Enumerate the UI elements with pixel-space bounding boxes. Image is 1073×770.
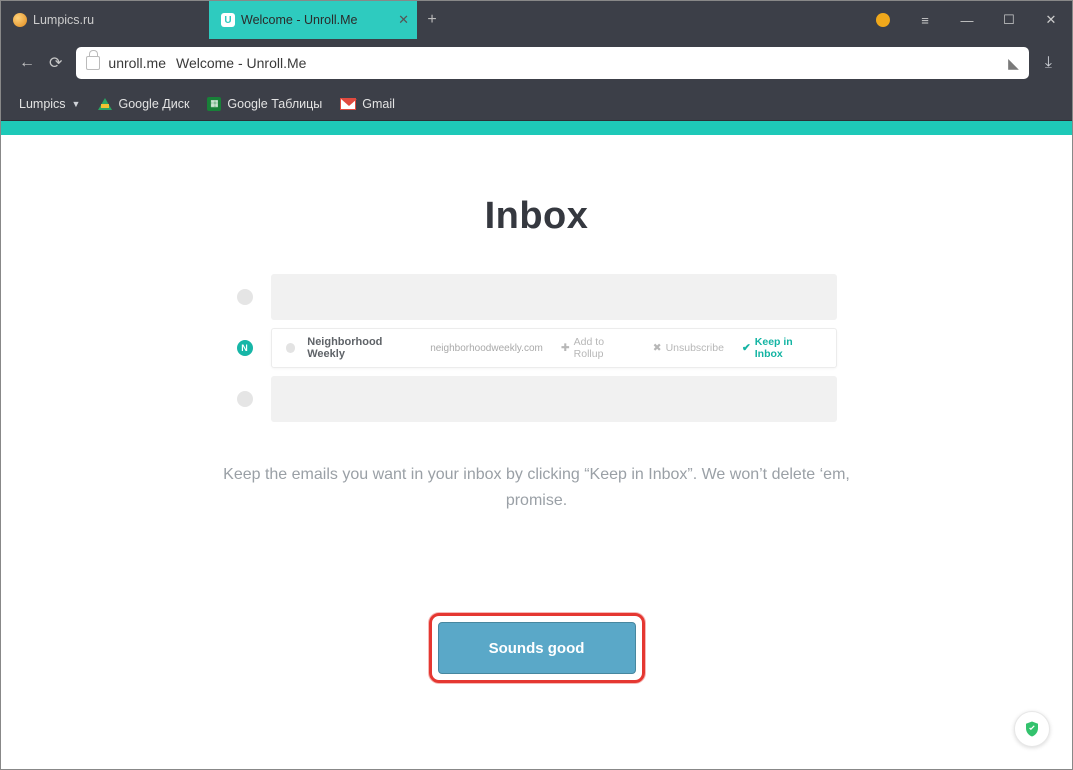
page-title: Inbox xyxy=(485,195,589,238)
url-input[interactable]: unroll.me Welcome - Unroll.Me ◣ xyxy=(76,47,1029,79)
page-content: Inbox N Neighborhood Weekly neighborhood… xyxy=(1,135,1072,683)
url-title: Welcome - Unroll.Me xyxy=(176,55,306,71)
sample-row: N Neighborhood Weekly neighborhoodweekly… xyxy=(237,328,837,368)
placeholder-row xyxy=(237,376,837,422)
tab-lumpics[interactable]: Lumpics.ru xyxy=(1,1,209,39)
placeholder-card xyxy=(271,376,837,422)
tab-unrollme[interactable]: U Welcome - Unroll.Me ✕ xyxy=(209,1,417,39)
protect-badge[interactable] xyxy=(1014,711,1050,747)
drive-icon xyxy=(98,98,112,110)
bookmarks-menu-label: Lumpics xyxy=(19,97,66,111)
inbox-illustration: N Neighborhood Weekly neighborhoodweekly… xyxy=(237,274,837,422)
row-dot xyxy=(286,343,296,353)
sounds-good-button[interactable]: Sounds good xyxy=(438,622,636,674)
sender-badge: N xyxy=(237,340,253,356)
sample-card: Neighborhood Weekly neighborhoodweekly.c… xyxy=(271,328,837,368)
maximize-button[interactable]: ☐ xyxy=(988,1,1030,39)
bookmarks-bar: Lumpics ▼ Google Диск ▦ Google Таблицы G… xyxy=(1,87,1072,121)
bookmark-label: Google Таблицы xyxy=(227,97,322,111)
address-bar: ← ⟳ unroll.me Welcome - Unroll.Me ◣ ⤓ xyxy=(1,39,1072,87)
add-to-rollup-button[interactable]: ✚ Add to Rollup xyxy=(561,336,635,360)
bookmark-google-drive[interactable]: Google Диск xyxy=(98,97,189,111)
brand-strip xyxy=(1,121,1072,135)
bookmark-google-sheets[interactable]: ▦ Google Таблицы xyxy=(207,97,322,111)
new-tab-button[interactable]: + xyxy=(417,1,447,39)
action-label: Keep in Inbox xyxy=(755,336,822,360)
cta-highlight: Sounds good xyxy=(429,613,645,683)
menu-icon[interactable]: ≡ xyxy=(904,1,946,39)
gmail-icon xyxy=(340,98,356,110)
placeholder-card xyxy=(271,274,837,320)
row-dot xyxy=(237,289,253,305)
chevron-down-icon: ▼ xyxy=(72,99,81,109)
favicon-unrollme: U xyxy=(221,13,235,27)
back-button[interactable]: ← xyxy=(19,54,35,72)
close-tab-icon[interactable]: ✕ xyxy=(398,12,409,28)
minimize-button[interactable]: ― xyxy=(946,1,988,39)
check-icon: ✔ xyxy=(742,342,751,354)
keep-in-inbox-button[interactable]: ✔ Keep in Inbox xyxy=(742,336,822,360)
bookmarks-menu[interactable]: Lumpics ▼ xyxy=(19,97,80,111)
placeholder-row xyxy=(237,274,837,320)
row-dot xyxy=(237,391,253,407)
sender-name: Neighborhood Weekly xyxy=(307,336,420,360)
action-label: Add to Rollup xyxy=(574,336,635,360)
explanation-text: Keep the emails you want in your inbox b… xyxy=(217,462,857,513)
bookmark-icon[interactable]: ◣ xyxy=(1008,55,1019,72)
url-domain: unroll.me xyxy=(108,55,166,71)
tab-label: Lumpics.ru xyxy=(33,13,94,27)
close-window-button[interactable]: ✕ xyxy=(1030,1,1072,39)
close-icon: ✖ xyxy=(653,342,662,354)
bookmark-label: Gmail xyxy=(362,97,395,111)
favicon-lumpics xyxy=(13,13,27,27)
sheets-icon: ▦ xyxy=(207,97,221,111)
reload-button[interactable]: ⟳ xyxy=(49,53,62,73)
bookmark-gmail[interactable]: Gmail xyxy=(340,97,395,111)
action-label: Unsubscribe xyxy=(666,342,724,354)
window-titlebar: Lumpics.ru U Welcome - Unroll.Me ✕ + ≡ ―… xyxy=(1,1,1072,39)
bookmark-label: Google Диск xyxy=(118,97,189,111)
plus-icon: ✚ xyxy=(561,342,570,354)
sender-domain: neighborhoodweekly.com xyxy=(430,343,543,354)
downloads-icon[interactable]: ⤓ xyxy=(1043,54,1054,72)
shield-icon xyxy=(1023,720,1041,738)
lock-icon xyxy=(86,56,100,70)
turbo-icon[interactable] xyxy=(862,1,904,39)
tab-label: Welcome - Unroll.Me xyxy=(241,13,357,27)
unsubscribe-button[interactable]: ✖ Unsubscribe xyxy=(653,342,724,354)
